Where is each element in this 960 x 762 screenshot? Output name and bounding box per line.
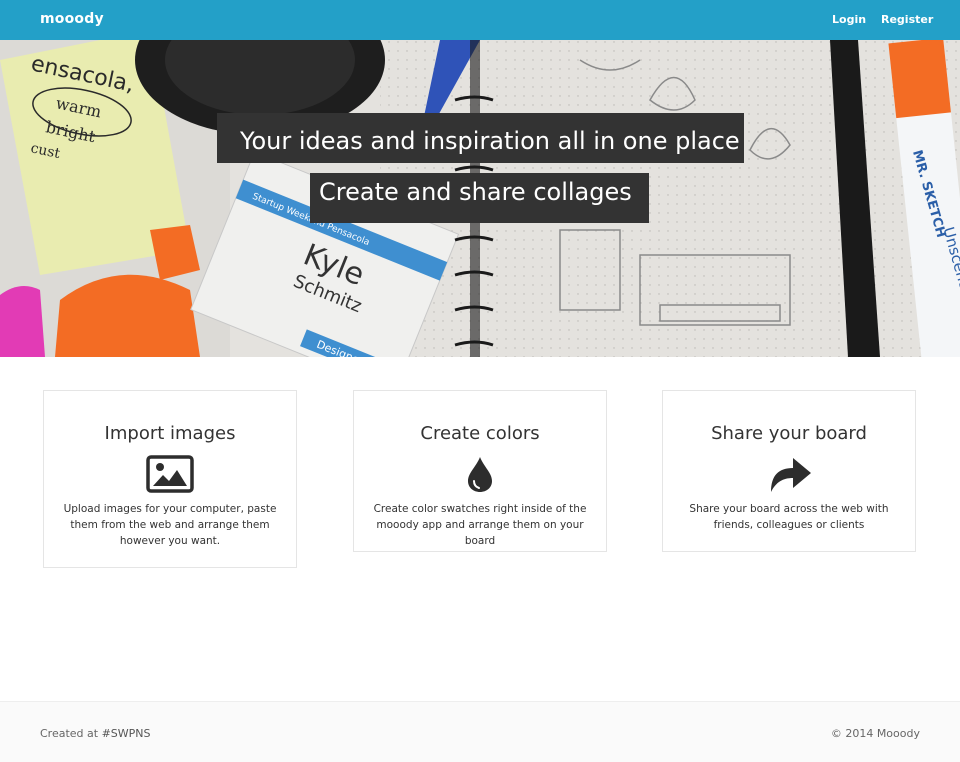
feature-card-share: Share your board Share your board across… <box>662 390 916 552</box>
share-arrow-icon <box>771 458 811 492</box>
image-icon <box>146 455 194 493</box>
hero-headline-secondary: Create and share collages <box>310 173 649 223</box>
feature-description: Create color swatches right inside of th… <box>373 503 587 547</box>
feature-description: Upload images for your computer, paste t… <box>63 503 277 547</box>
footer-copyright: © 2014 Mooody <box>830 727 920 740</box>
feature-card-colors: Create colors Create color swatches righ… <box>353 390 607 552</box>
footer-created-prefix: Created at <box>40 727 102 740</box>
feature-title: Import images <box>104 423 236 444</box>
footer-credit: Created at #SWPNS <box>40 727 151 740</box>
footer: Created at #SWPNS © 2014 Mooody <box>0 701 960 762</box>
feature-title: Create colors <box>420 423 540 444</box>
hero-headline-primary: Your ideas and inspiration all in one pl… <box>217 113 744 163</box>
navbar: mooody Login Register <box>0 0 960 40</box>
footer-hashtag: #SWPNS <box>101 727 151 740</box>
droplet-icon <box>468 457 492 492</box>
register-link[interactable]: Register <box>881 13 933 26</box>
login-link[interactable]: Login <box>832 13 866 26</box>
hero-banner: ensacola, warm bright cust Startup Weeke… <box>0 40 960 357</box>
feature-description: Share your board across the web with fri… <box>689 503 889 531</box>
brand-logo[interactable]: mooody <box>40 11 104 27</box>
feature-title: Share your board <box>711 423 867 444</box>
feature-card-import: Import images Upload images for your com… <box>43 390 297 568</box>
